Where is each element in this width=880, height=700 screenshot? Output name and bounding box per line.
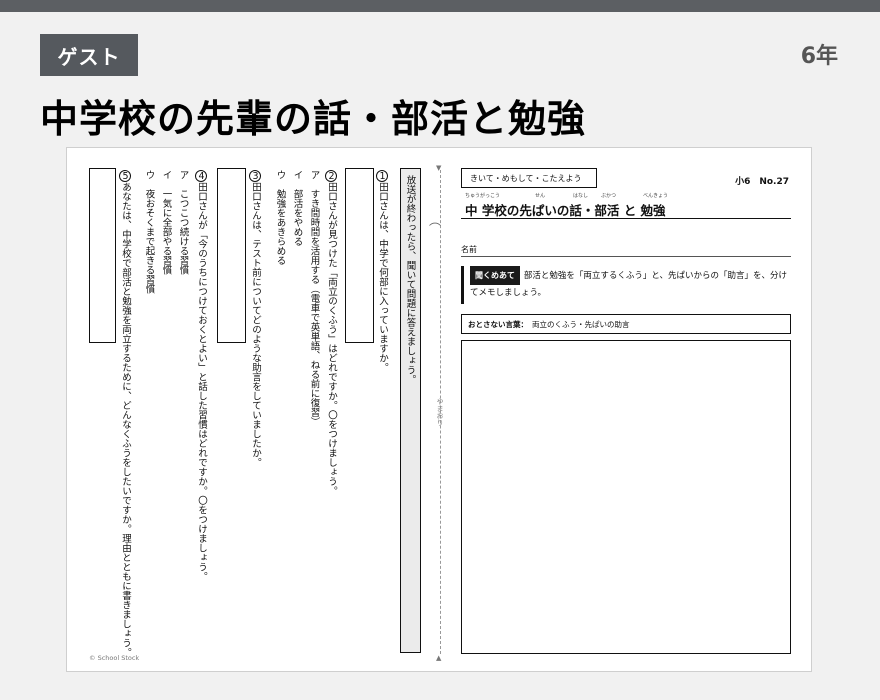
question-1-text: 1田口さんは、中学で何部に入っていますか。 xyxy=(376,170,388,372)
listening-goal: 聞くめあて 部活と勉強を「両立するくふう」と、先ぱいからの「助言」を、分けてメモし… xyxy=(461,266,791,304)
page-title: 中学校の先輩の話・部活と勉強 xyxy=(40,97,587,141)
question-5-text: 5あなたは、中学校で部活と勉強を両立するために、どんなくふうをしたいですか。理由… xyxy=(119,170,131,657)
instruction-box: 放送が終わったら、聞いて問題に答えましょう。 xyxy=(400,168,421,653)
question-2-option-b: イ 部活をやめる xyxy=(291,170,303,246)
fold-arrow-top-icon: ▼ xyxy=(436,164,442,172)
fold-mark-icon: ⌒ xyxy=(429,222,442,236)
question-4-number: 4 xyxy=(195,170,207,182)
top-bar xyxy=(0,0,880,12)
content-card: ゲスト 6年 中学校の先輩の話・部活と勉強 放送が終わったら、聞いて問題に答えま… xyxy=(0,12,880,700)
title-rule xyxy=(461,218,791,219)
fold-label: やまおり xyxy=(436,398,444,426)
title-ruby-5: べんきょう xyxy=(643,193,669,199)
instruction-text: 放送が終わったら、聞いて問題に答えましょう。 xyxy=(404,175,416,384)
question-4-text: 4田口さんが「今のうちにつけておくとよい」と話した習慣はどれですか。〇をつけまし… xyxy=(195,170,207,581)
question-3-text: 3田口さんは、テスト前についてどのような助言をしていましたか。 xyxy=(249,170,261,467)
question-4-option-a: ア こつこつ続ける習慣 xyxy=(177,170,189,275)
question-4-option-b: イ 一気に全部やる習慣 xyxy=(160,170,172,275)
question-2-option-c: ウ 勉強をあきらめる xyxy=(274,170,286,265)
question-3-number: 3 xyxy=(249,170,261,182)
memo-area[interactable] xyxy=(461,340,791,654)
worksheet-preview: 放送が終わったら、聞いて問題に答えましょう。 ▼ ▲ ⌒ やまおり 1田口さんは… xyxy=(66,147,812,672)
sheet-number: 小6 No.27 xyxy=(735,177,789,187)
title-ruby-1: ちゅうがっこう xyxy=(465,193,501,199)
question-1-number: 1 xyxy=(376,170,388,182)
title-ruby-2: せん xyxy=(535,193,546,199)
question-2-number: 2 xyxy=(325,170,337,182)
question-3-answer-box[interactable] xyxy=(217,168,246,343)
goal-tag: 聞くめあて xyxy=(470,266,520,286)
keywords-box: おとさない言葉： 両立のくふう・先ぱいの助言 xyxy=(461,314,791,334)
worksheet-title: 中 学校の先ぱいの話・部活 と 勉強 xyxy=(465,203,666,218)
name-label: 名前 xyxy=(461,245,477,254)
name-field[interactable] xyxy=(461,256,791,257)
copyright: © School Stock xyxy=(89,654,140,662)
question-4-option-c: ウ 夜おそくまで起きる習慣 xyxy=(143,170,155,294)
question-5-number: 5 xyxy=(119,170,131,182)
listening-tag: きいて・めもして・こたえよう xyxy=(461,168,597,188)
keywords-text: 両立のくふう・先ぱいの助言 xyxy=(532,319,630,329)
question-2-text: 2田口さんが見つけた「両立のくふう」はどれですか。〇をつけましょう。 xyxy=(325,170,337,496)
title-ruby-4: ぶかつ xyxy=(601,193,617,199)
question-2-option-a: ア すき間時間を活用する（電車で英単語、ねる前に復習） xyxy=(308,170,320,427)
grade-label: 6年 xyxy=(800,44,838,69)
title-ruby-3: はなし xyxy=(573,193,589,199)
guest-badge: ゲスト xyxy=(40,34,138,76)
fold-arrow-bottom-icon: ▲ xyxy=(436,654,442,662)
question-5-answer-box[interactable] xyxy=(89,168,116,343)
keywords-label: おとさない言葉： xyxy=(468,319,528,329)
question-1-answer-box[interactable] xyxy=(345,168,374,343)
